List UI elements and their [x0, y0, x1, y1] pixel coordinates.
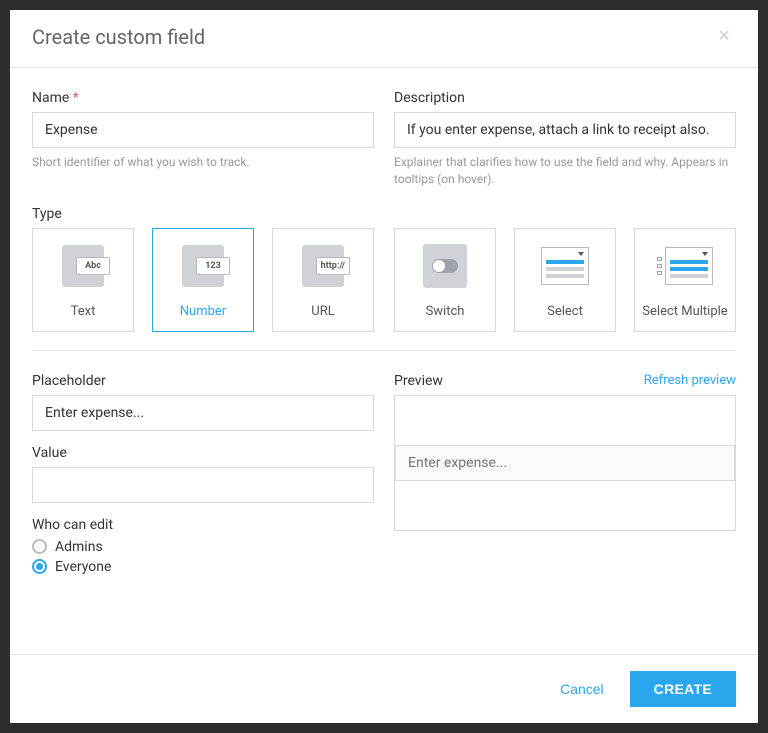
value-input[interactable] — [32, 467, 374, 503]
type-option-number[interactable]: 123 Number — [152, 228, 254, 332]
type-option-text[interactable]: Abc Text — [32, 228, 134, 332]
switch-icon — [423, 229, 467, 304]
radio-everyone[interactable]: Everyone — [32, 559, 374, 575]
value-label: Value — [32, 445, 374, 461]
modal-footer: Cancel CREATE — [10, 654, 758, 723]
name-input[interactable] — [32, 112, 374, 148]
radio-admins[interactable]: Admins — [32, 539, 374, 555]
radio-icon — [32, 539, 47, 554]
close-icon[interactable]: × — [712, 24, 736, 49]
who-can-edit-label: Who can edit — [32, 517, 374, 533]
type-label: Type — [32, 206, 736, 222]
modal-body: Name Short identifier of what you wish t… — [10, 68, 758, 654]
modal-header: Create custom field × — [10, 10, 758, 68]
number-icon: 123 — [182, 229, 224, 304]
radio-icon — [32, 559, 47, 574]
type-option-url[interactable]: http:// URL — [272, 228, 374, 332]
name-hint: Short identifier of what you wish to tra… — [32, 154, 374, 171]
refresh-preview-link[interactable]: Refresh preview — [644, 373, 736, 388]
preview-input — [395, 445, 735, 481]
type-option-switch[interactable]: Switch — [394, 228, 496, 332]
placeholder-label: Placeholder — [32, 373, 374, 389]
description-label: Description — [394, 90, 736, 106]
preview-box — [394, 395, 736, 531]
text-icon: Abc — [62, 229, 104, 304]
type-option-select-multiple[interactable]: Select Multiple — [634, 228, 736, 332]
type-options: Abc Text 123 Number http:// URL — [32, 228, 736, 332]
cancel-button[interactable]: Cancel — [554, 680, 610, 698]
name-label: Name — [32, 90, 374, 106]
description-input[interactable] — [394, 112, 736, 148]
url-icon: http:// — [302, 229, 344, 304]
select-icon — [541, 229, 589, 304]
create-custom-field-modal: Create custom field × Name Short identif… — [10, 10, 758, 723]
placeholder-input[interactable] — [32, 395, 374, 431]
description-hint: Explainer that clarifies how to use the … — [394, 154, 736, 188]
create-button[interactable]: CREATE — [630, 671, 736, 707]
modal-title: Create custom field — [32, 25, 205, 49]
divider — [32, 350, 736, 351]
preview-label: Preview — [394, 373, 443, 389]
type-option-select[interactable]: Select — [514, 228, 616, 332]
select-multiple-icon — [657, 229, 713, 304]
